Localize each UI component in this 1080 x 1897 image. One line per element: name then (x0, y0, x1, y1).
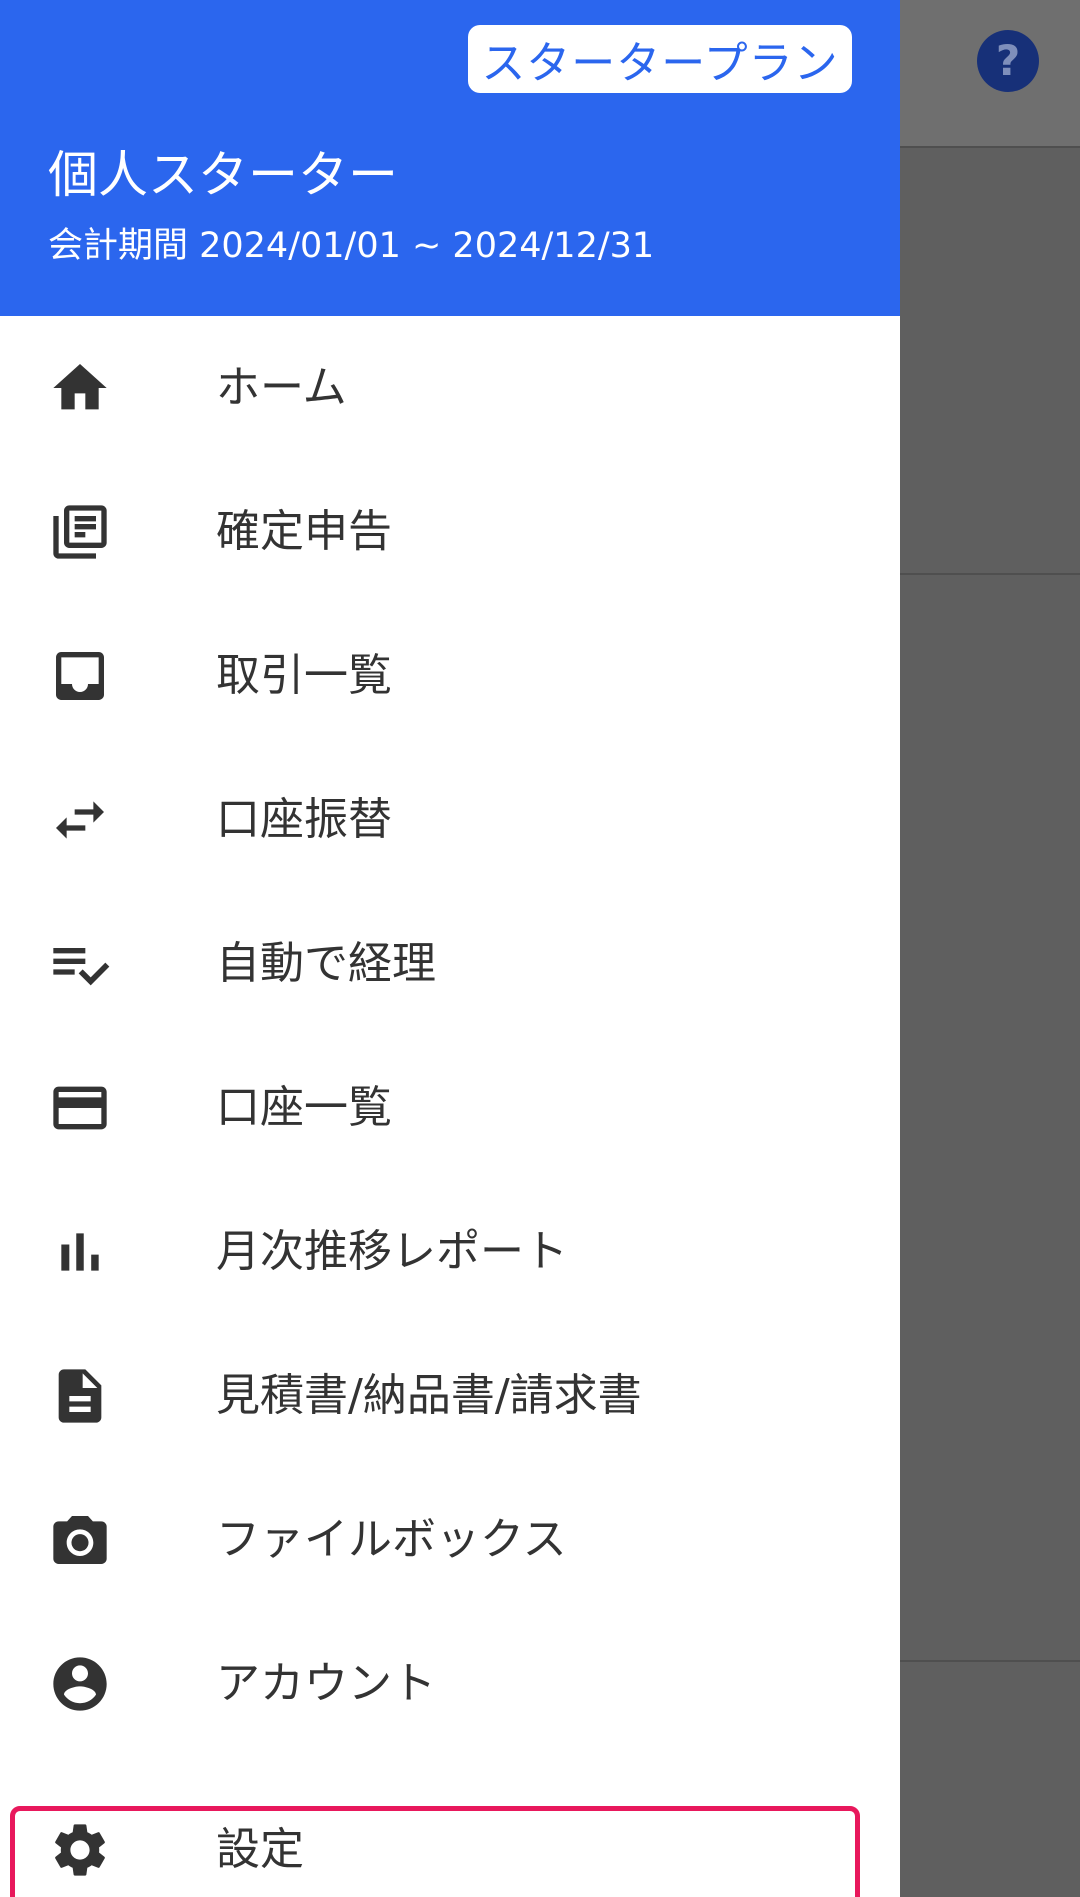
highlight-frame (10, 1806, 860, 1897)
menu-item-account[interactable]: アカウント (0, 1612, 900, 1756)
menu-item-tax-return[interactable]: 確定申告 (0, 460, 900, 604)
menu-item-label: 見積書/納品書/請求書 (216, 1370, 642, 1421)
menu-item-account-list[interactable]: 口座一覧 (0, 1036, 900, 1180)
navigation-drawer: スタータープラン 個人スターター 会計期間 2024/01/01 ~ 2024/… (0, 0, 900, 1897)
background-divider (900, 1660, 1080, 1662)
swap-horiz-icon (48, 788, 112, 852)
library-books-icon (48, 500, 112, 564)
app-screen: ? スタータープラン 個人スターター 会計期間 2024/01/01 ~ 202… (0, 0, 1080, 1897)
menu-item-label: ファイルボックス (216, 1514, 567, 1565)
help-button[interactable]: ? (977, 30, 1039, 92)
menu-item-auto-bookkeeping[interactable]: 自動で経理 (0, 892, 900, 1036)
drawer-menu: ホーム 確定申告 取引一覧 口座振替 自動で経理 口座一覧 月次推移レポート 見… (0, 316, 900, 1897)
menu-item-file-box[interactable]: ファイルボックス (0, 1468, 900, 1612)
menu-item-label: 月次推移レポート (216, 1226, 568, 1277)
menu-item-label: 設定 (216, 1824, 304, 1875)
settings-icon (48, 1818, 112, 1882)
plan-badge[interactable]: スタータープラン (468, 25, 852, 93)
menu-item-settings[interactable]: 設定 (0, 1756, 900, 1897)
fiscal-period: 会計期間 2024/01/01 ~ 2024/12/31 (48, 226, 655, 266)
inbox-icon (48, 644, 112, 708)
menu-item-home[interactable]: ホーム (0, 316, 900, 460)
home-icon (48, 356, 112, 420)
playlist-add-check-icon (48, 932, 112, 996)
drawer-header: スタータープラン 個人スターター 会計期間 2024/01/01 ~ 2024/… (0, 0, 900, 316)
menu-item-label: ホーム (216, 362, 347, 413)
background-divider (900, 146, 1080, 148)
menu-item-account-transfer[interactable]: 口座振替 (0, 748, 900, 892)
description-icon (48, 1364, 112, 1428)
credit-card-icon (48, 1076, 112, 1140)
menu-item-monthly-report[interactable]: 月次推移レポート (0, 1180, 900, 1324)
menu-item-label: 確定申告 (216, 506, 392, 557)
menu-item-label: 取引一覧 (216, 650, 392, 701)
bar-chart-icon (48, 1220, 112, 1284)
background-divider (900, 573, 1080, 575)
camera-icon (48, 1508, 112, 1572)
menu-item-label: アカウント (216, 1658, 436, 1709)
menu-item-label: 自動で経理 (216, 938, 436, 989)
menu-item-label: 口座一覧 (216, 1082, 392, 1133)
organization-name: 個人スターター (48, 146, 398, 204)
help-icon: ? (995, 36, 1021, 85)
menu-item-transactions[interactable]: 取引一覧 (0, 604, 900, 748)
account-circle-icon (48, 1652, 112, 1716)
menu-item-invoices[interactable]: 見積書/納品書/請求書 (0, 1324, 900, 1468)
menu-item-label: 口座振替 (216, 794, 392, 845)
